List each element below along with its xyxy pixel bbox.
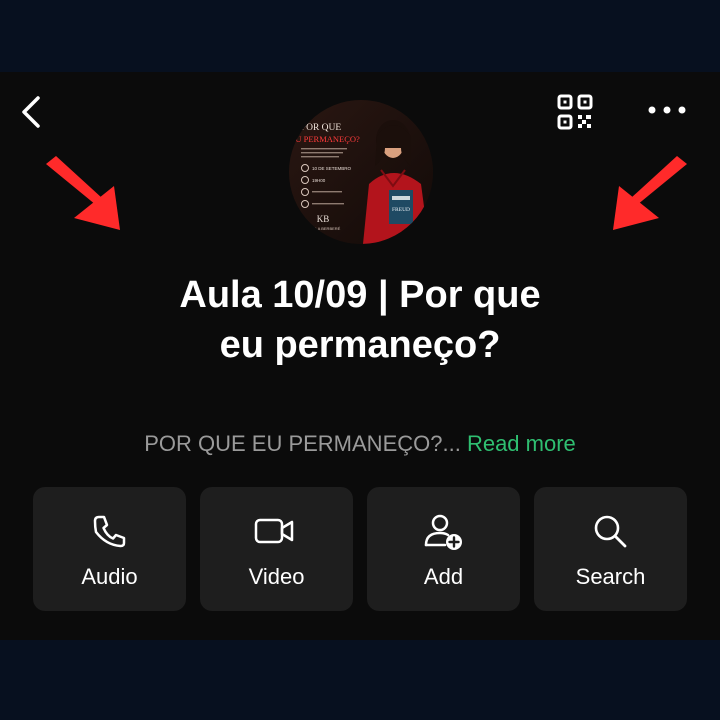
action-buttons-row: Audio Video Add Search [33, 487, 687, 611]
avatar-author: KAMILA BERBERÉ [306, 226, 341, 231]
video-call-button[interactable]: Video [200, 487, 353, 611]
video-label: Video [248, 564, 305, 589]
group-title-line1: Aula 10/09 | Por que [179, 274, 541, 316]
add-label: Add [423, 564, 464, 589]
bottom-backdrop [0, 640, 720, 720]
audio-call-button[interactable]: Audio [33, 487, 186, 611]
top-backdrop [0, 0, 720, 72]
group-description: POR QUE EU PERMANEÇO?... Read more [60, 430, 660, 458]
audio-label: Audio [81, 564, 138, 589]
add-user-icon [424, 514, 462, 550]
read-more-link[interactable]: Read more [467, 431, 576, 456]
avatar-date: 10 DE SETEMBRO [312, 166, 352, 171]
search-label: Search [575, 564, 646, 589]
search-button[interactable]: Search [534, 487, 687, 611]
add-member-button[interactable]: Add [367, 487, 520, 611]
back-button[interactable] [14, 92, 50, 132]
description-text: POR QUE EU PERMANEÇO?... [144, 431, 461, 456]
video-camera-icon [254, 518, 294, 544]
group-info-panel: FREUD POR QUE EU PERMANEÇO? 10 DE SETEMB… [0, 72, 720, 640]
qr-code-icon [557, 94, 593, 130]
qr-code-button[interactable] [555, 92, 595, 132]
avatar-time: 19H00 [312, 178, 326, 183]
red-arrow-annotation-right [613, 156, 687, 230]
avatar-monogram: KB [317, 214, 330, 224]
more-horizontal-icon [648, 106, 686, 114]
search-icon [594, 515, 627, 548]
red-arrow-annotation-left [46, 156, 120, 230]
chevron-left-icon [22, 96, 40, 128]
group-title-line2: eu permaneço? [219, 324, 501, 366]
avatar-line2: EU PERMANEÇO? [290, 134, 360, 144]
book-title: FREUD [392, 207, 410, 213]
avatar-line1: POR QUE [301, 123, 342, 133]
group-avatar[interactable]: FREUD POR QUE EU PERMANEÇO? 10 DE SETEMB… [289, 100, 433, 244]
phone-icon [93, 515, 126, 548]
group-title: Aula 10/09 | Por que eu permaneço? [60, 270, 660, 370]
more-options-button[interactable] [645, 98, 689, 122]
